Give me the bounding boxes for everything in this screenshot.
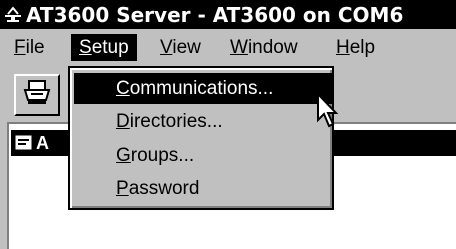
mouse-pointer-icon	[316, 91, 340, 130]
window-titlebar: AT3600 Server - AT3600 on COM6	[0, 0, 456, 29]
menu-view[interactable]: View	[152, 34, 209, 61]
menu-bar: File Setup View Window Help	[0, 29, 456, 66]
menu-item-password[interactable]: Password	[74, 173, 332, 204]
menu-window[interactable]: Window	[222, 34, 306, 61]
menu-setup[interactable]: Setup	[71, 34, 137, 61]
menu-item-directories[interactable]: Directories...	[74, 106, 332, 137]
window-title: AT3600 Server - AT3600 on COM6	[26, 2, 404, 27]
menu-file[interactable]: File	[6, 34, 53, 61]
document-icon	[15, 135, 33, 151]
print-button[interactable]	[14, 74, 60, 116]
printer-icon	[22, 79, 52, 111]
setup-dropdown-menu: Communications... Directories... Groups.…	[68, 66, 334, 210]
network-server-icon[interactable]	[4, 5, 22, 24]
child-window-title: A	[36, 132, 49, 153]
menu-item-groups[interactable]: Groups...	[74, 140, 332, 171]
menu-item-communications[interactable]: Communications...	[74, 73, 332, 104]
menu-help[interactable]: Help	[328, 34, 383, 61]
